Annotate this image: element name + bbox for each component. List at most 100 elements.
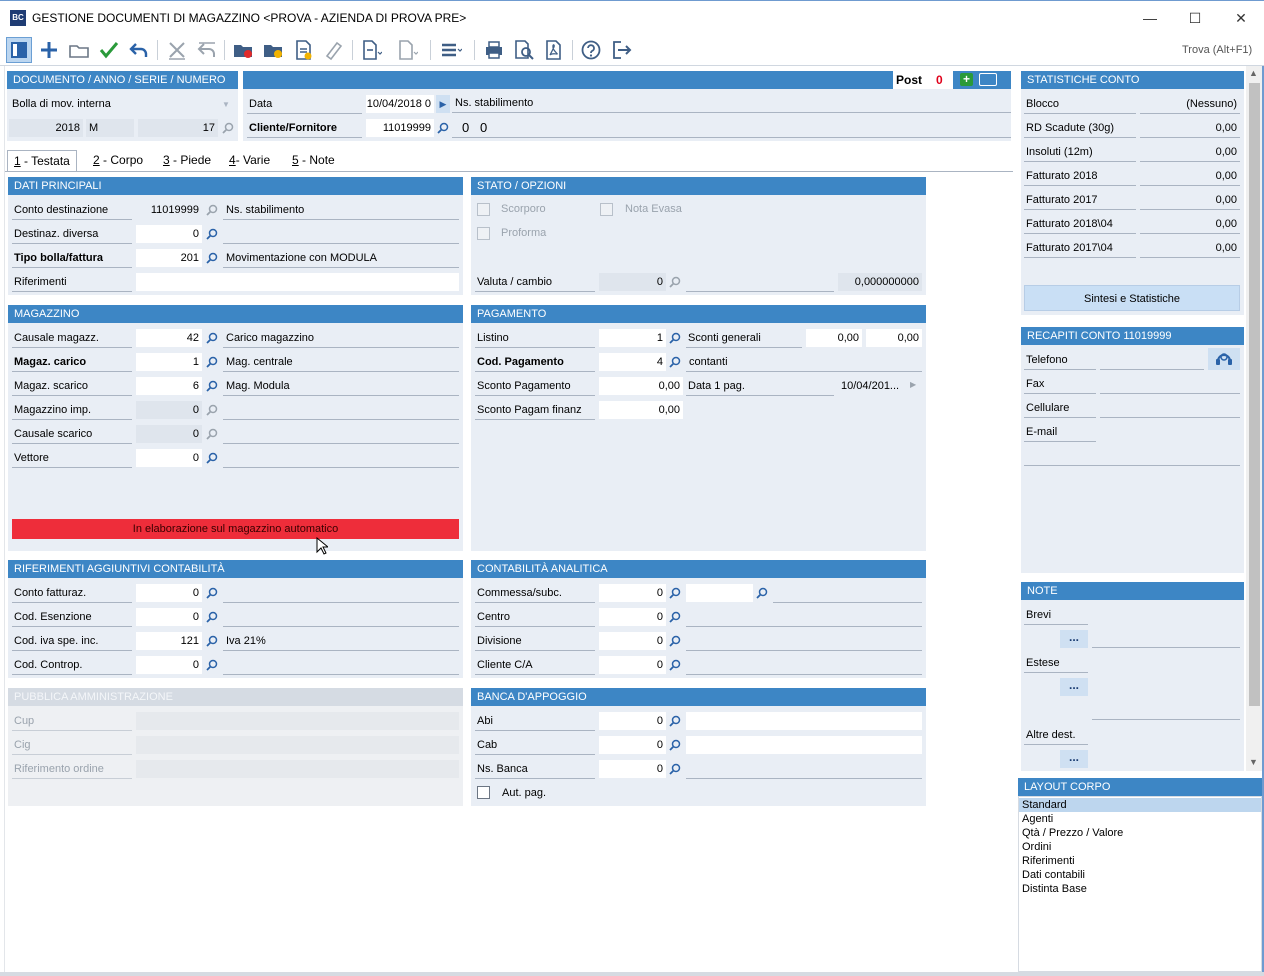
minimize-button[interactable]: — <box>1127 5 1173 31</box>
causale-scarico-field[interactable]: 0 <box>136 425 202 443</box>
cod-iva-field[interactable]: 121 <box>136 632 202 650</box>
find-button[interactable]: Trova (Alt+F1) <box>1178 39 1258 61</box>
help-icon[interactable] <box>578 37 604 63</box>
search-icon[interactable] <box>668 275 682 289</box>
serie-field[interactable]: M <box>86 119 134 137</box>
magaz-carico-field[interactable]: 1 <box>136 353 202 371</box>
sconto-finanz-field[interactable]: 0,00 <box>599 401 683 419</box>
altre-dest-button[interactable]: ... <box>1060 750 1088 768</box>
search-icon[interactable] <box>205 610 219 624</box>
conto-fatturaz-field[interactable]: 0 <box>136 584 202 602</box>
cod-esenzione-field[interactable]: 0 <box>136 608 202 626</box>
conto-destinazione-field[interactable]: 11019999 <box>136 201 202 219</box>
scrollbar-thumb[interactable] <box>1249 83 1260 706</box>
ns-banca-field[interactable]: 0 <box>599 760 666 778</box>
destinaz-diversa-field[interactable]: 0 <box>136 225 202 243</box>
cliente-field[interactable]: 11019999 <box>366 119 434 137</box>
search-icon[interactable] <box>668 355 682 369</box>
cod-pagamento-field[interactable]: 4 <box>599 353 666 371</box>
maximize-button[interactable]: ☐ <box>1172 5 1218 31</box>
search-icon[interactable] <box>205 227 219 241</box>
search-icon[interactable] <box>205 427 219 441</box>
tab-piede[interactable]: 3 - Piede <box>157 150 217 172</box>
magazzino-imp-field[interactable]: 0 <box>136 401 202 419</box>
listino-field[interactable]: 1 <box>599 329 666 347</box>
confirm-check-icon[interactable] <box>96 37 122 63</box>
cod-controp-field[interactable]: 0 <box>136 656 202 674</box>
search-icon[interactable] <box>755 586 769 600</box>
search-icon[interactable] <box>668 738 682 752</box>
print-icon[interactable] <box>481 37 507 63</box>
layout-item[interactable]: Agenti <box>1019 812 1261 826</box>
vettore-field[interactable]: 0 <box>136 449 202 467</box>
data-field[interactable]: 10/04/2018 0 <box>366 95 434 113</box>
sconto-1-field[interactable]: 0,00 <box>806 329 862 347</box>
tab-testata[interactable]: 1 - Testata <box>7 150 77 172</box>
tab-varie[interactable]: 4- Varie <box>223 150 276 172</box>
search-icon[interactable] <box>668 714 682 728</box>
delete-icon[interactable] <box>164 37 190 63</box>
layout-item[interactable]: Standard <box>1019 798 1261 812</box>
search-icon[interactable] <box>668 658 682 672</box>
riferimento-ordine-field[interactable] <box>136 760 459 778</box>
book-icon[interactable] <box>979 73 997 86</box>
scroll-down-icon[interactable]: ▼ <box>1249 757 1258 767</box>
undo-icon[interactable] <box>126 37 152 63</box>
abi-desc[interactable] <box>686 712 922 730</box>
valuta-field[interactable]: 0 <box>599 273 666 291</box>
search-icon[interactable] <box>436 121 450 135</box>
pdf-icon[interactable] <box>541 37 567 63</box>
search-icon[interactable] <box>205 451 219 465</box>
sconto-2-field[interactable]: 0,00 <box>866 329 922 347</box>
search-icon[interactable] <box>205 379 219 393</box>
calendar-arrow-icon[interactable]: ▶ <box>436 95 450 113</box>
search-icon[interactable] <box>205 331 219 345</box>
doc-type-select[interactable]: Bolla di mov. interna <box>9 95 234 113</box>
commessa-field[interactable]: 0 <box>599 584 666 602</box>
search-icon[interactable] <box>668 331 682 345</box>
search-icon[interactable] <box>668 634 682 648</box>
eraser-icon[interactable] <box>320 37 346 63</box>
anno-field[interactable]: 2018 <box>9 119 83 137</box>
data-pagamento-field[interactable]: 10/04/201... <box>838 377 908 395</box>
search-icon[interactable] <box>205 355 219 369</box>
cambio-field[interactable]: 0,000000000 <box>838 273 922 291</box>
print-preview-icon[interactable] <box>511 37 537 63</box>
search-icon[interactable] <box>205 403 219 417</box>
note-estese-button[interactable]: ... <box>1060 678 1088 696</box>
subcommessa-field[interactable] <box>686 584 753 602</box>
cab-desc[interactable] <box>686 736 922 754</box>
add-icon[interactable] <box>36 37 62 63</box>
exit-icon[interactable] <box>608 37 634 63</box>
aut-pag-checkbox[interactable] <box>477 786 490 799</box>
search-icon[interactable] <box>205 203 219 217</box>
search-icon[interactable] <box>205 634 219 648</box>
centro-field[interactable]: 0 <box>599 608 666 626</box>
layout-item[interactable]: Qtà / Prezzo / Valore <box>1019 826 1261 840</box>
scroll-up-icon[interactable]: ▲ <box>1249 68 1258 78</box>
folder-yellow-icon[interactable] <box>260 37 286 63</box>
layout-item[interactable]: Distinta Base <box>1019 882 1261 896</box>
folder-red-icon[interactable] <box>230 37 256 63</box>
tab-corpo[interactable]: 2 - Corpo <box>87 150 149 172</box>
tipo-bolla-field[interactable]: 201 <box>136 249 202 267</box>
sconto-pagamento-field[interactable]: 0,00 <box>599 377 683 395</box>
cliente-ca-field[interactable]: 0 <box>599 656 666 674</box>
cab-field[interactable]: 0 <box>599 736 666 754</box>
add-post-icon[interactable]: + <box>960 73 973 86</box>
magaz-scarico-field[interactable]: 6 <box>136 377 202 395</box>
cup-field[interactable] <box>136 712 459 730</box>
document-icon[interactable] <box>394 37 420 63</box>
chevron-down-icon[interactable]: ▼ <box>222 100 230 109</box>
revert-icon[interactable] <box>194 37 220 63</box>
layout-item[interactable]: Ordini <box>1019 840 1261 854</box>
numero-field[interactable]: 17 <box>138 119 218 137</box>
document-edit-icon[interactable] <box>290 37 316 63</box>
panel-icon[interactable] <box>6 37 32 63</box>
scorporo-checkbox[interactable] <box>477 203 490 216</box>
divisione-field[interactable]: 0 <box>599 632 666 650</box>
proforma-checkbox[interactable] <box>477 227 490 240</box>
cig-field[interactable] <box>136 736 459 754</box>
chevron-right-icon[interactable]: ▶ <box>910 380 916 389</box>
causale-magazz-field[interactable]: 42 <box>136 329 202 347</box>
